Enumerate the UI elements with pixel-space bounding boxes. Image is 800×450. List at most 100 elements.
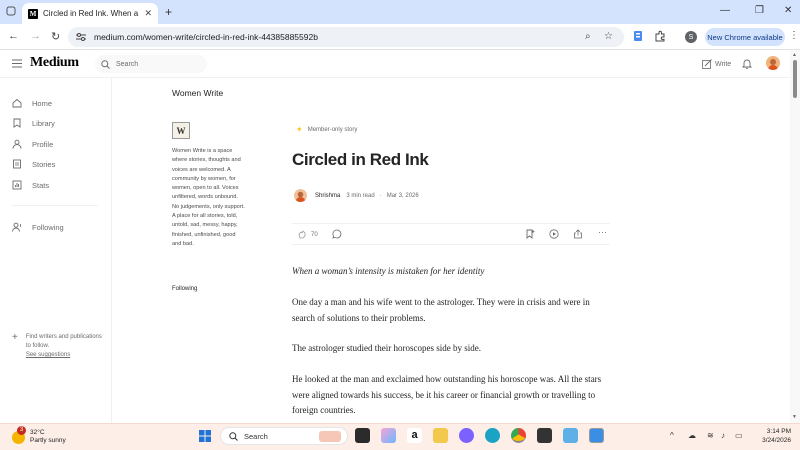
new-tab-icon[interactable]: + bbox=[165, 5, 172, 19]
article-subtitle: When a woman’s intensity is mistaken for… bbox=[292, 266, 485, 276]
extension-icon[interactable] bbox=[632, 30, 644, 42]
minimize-icon[interactable]: — bbox=[720, 5, 730, 16]
see-suggestions-link[interactable]: See suggestions bbox=[26, 351, 102, 360]
photos-icon[interactable] bbox=[589, 428, 604, 443]
app-icon[interactable] bbox=[459, 428, 474, 443]
stories-icon bbox=[13, 159, 21, 169]
sidebar-item-following[interactable]: Following bbox=[12, 222, 64, 232]
read-time: 3 min read bbox=[346, 192, 375, 199]
publication-following-button[interactable]: Following bbox=[172, 286, 197, 292]
onedrive-icon[interactable]: ☁ bbox=[688, 431, 696, 440]
search-icon bbox=[101, 59, 110, 69]
bookmark-star-icon[interactable]: ☆ bbox=[604, 31, 613, 42]
browser-profile-avatar[interactable]: S bbox=[685, 31, 697, 43]
windows-start-icon[interactable] bbox=[199, 430, 211, 442]
site-info-icon[interactable] bbox=[76, 33, 86, 41]
tab-close-icon[interactable]: ✕ bbox=[144, 8, 152, 19]
menu-icon[interactable] bbox=[12, 59, 22, 68]
browser-tab[interactable]: M Circled in Red Ink. When a wom ✕ bbox=[22, 3, 158, 24]
taskbar-search[interactable]: Search bbox=[220, 427, 348, 445]
sidebar-item-home[interactable]: Home bbox=[12, 98, 52, 108]
task-view-icon[interactable] bbox=[355, 428, 370, 443]
user-avatar[interactable] bbox=[766, 56, 780, 70]
sidebar-item-stories[interactable]: Stories bbox=[12, 159, 55, 169]
find-writers-prompt: + Find writers and publications to follo… bbox=[12, 333, 102, 360]
weather-description: Partly sunny bbox=[30, 437, 66, 444]
clap-button[interactable]: 70 bbox=[298, 230, 318, 239]
stats-icon bbox=[12, 180, 22, 190]
taskbar-clock[interactable]: 3:14 PM 3/24/2026 bbox=[757, 427, 791, 445]
sidebar-item-library[interactable]: Library bbox=[12, 118, 55, 128]
extensions-puzzle-icon[interactable] bbox=[654, 30, 666, 42]
edge-icon[interactable] bbox=[485, 428, 500, 443]
chrome-icon[interactable] bbox=[511, 428, 526, 443]
volume-icon[interactable]: ♪ bbox=[721, 431, 725, 440]
wifi-icon[interactable]: ≋ bbox=[707, 431, 714, 440]
clap-icon bbox=[298, 230, 306, 239]
address-bar[interactable]: medium.com/women-write/circled-in-red-in… bbox=[68, 27, 624, 47]
library-icon bbox=[13, 118, 21, 128]
clock-time: 3:14 PM bbox=[766, 428, 791, 435]
scroll-up-icon[interactable]: ▲ bbox=[792, 52, 797, 58]
comment-icon[interactable] bbox=[332, 229, 342, 239]
scroll-down-icon[interactable]: ▼ bbox=[792, 414, 797, 420]
home-icon bbox=[12, 98, 22, 108]
weather-widget[interactable]: 3 32°C Partly sunny bbox=[12, 425, 66, 445]
file-explorer-icon[interactable] bbox=[433, 428, 448, 443]
write-button[interactable]: Write bbox=[702, 59, 731, 69]
search-highlight-image bbox=[319, 431, 341, 442]
search-input[interactable]: Search bbox=[95, 55, 207, 73]
left-sidebar: Home Library Profile Stories Stats Follo… bbox=[0, 78, 112, 423]
forward-icon[interactable]: → bbox=[30, 30, 41, 42]
url-text: medium.com/women-write/circled-in-red-in… bbox=[94, 32, 318, 42]
page-scrollbar[interactable] bbox=[790, 50, 800, 423]
sidebar-item-label: Following bbox=[32, 222, 64, 232]
notifications-bell-icon[interactable] bbox=[742, 58, 752, 69]
publication-name[interactable]: Women Write bbox=[172, 88, 223, 98]
article-action-bar: 70 ··· bbox=[292, 223, 610, 245]
author-name[interactable]: Shrishma bbox=[315, 193, 340, 199]
window-close-icon[interactable]: ✕ bbox=[784, 5, 792, 16]
article-title: Circled in Red Ink bbox=[292, 150, 429, 169]
write-label: Write bbox=[715, 60, 732, 68]
medium-logo[interactable]: Medium bbox=[30, 55, 79, 71]
share-icon[interactable] bbox=[573, 229, 583, 239]
app-icon[interactable] bbox=[537, 428, 552, 443]
battery-icon[interactable]: ▭ bbox=[735, 431, 743, 440]
clock-date: 3/24/2026 bbox=[762, 437, 791, 444]
sidebar-divider bbox=[12, 205, 98, 206]
following-icon bbox=[12, 222, 21, 232]
browser-menu-icon[interactable]: ⋮ bbox=[789, 30, 799, 41]
new-chrome-available-button[interactable]: New Chrome available bbox=[705, 28, 785, 46]
windows-taskbar: 3 32°C Partly sunny bbox=[0, 423, 800, 450]
tab-search-icon[interactable] bbox=[6, 6, 16, 16]
browser-toolbar: ← → ↻ medium.com/women-write/circled-in-… bbox=[0, 24, 800, 50]
article-paragraph: He looked at the man and exclaimed how o… bbox=[292, 374, 602, 415]
scrollbar-thumb[interactable] bbox=[793, 60, 797, 98]
amazon-icon[interactable]: a bbox=[407, 428, 422, 443]
reload-icon[interactable]: ↻ bbox=[51, 30, 60, 43]
sidebar-item-label: Library bbox=[32, 118, 55, 128]
publish-date: Mar 3, 2026 bbox=[386, 192, 419, 199]
star-icon: ✦ bbox=[296, 125, 303, 134]
restore-icon[interactable]: ❐ bbox=[755, 5, 764, 16]
back-icon[interactable]: ← bbox=[8, 30, 19, 42]
copilot-icon[interactable] bbox=[381, 428, 396, 443]
author-avatar[interactable] bbox=[294, 189, 307, 202]
bookmark-add-icon[interactable] bbox=[525, 229, 535, 239]
sidebar-item-profile[interactable]: Profile bbox=[12, 139, 53, 149]
plus-icon: + bbox=[12, 332, 18, 343]
sun-icon: 3 bbox=[12, 425, 26, 444]
sidebar-item-stats[interactable]: Stats bbox=[12, 180, 49, 190]
more-options-icon[interactable]: ··· bbox=[598, 227, 607, 237]
listen-play-icon[interactable] bbox=[549, 229, 559, 239]
notification-badge: 3 bbox=[17, 425, 26, 435]
sidebar-item-label: Profile bbox=[32, 139, 54, 149]
app-icon[interactable] bbox=[563, 428, 578, 443]
taskbar-search-label: Search bbox=[244, 431, 268, 441]
article-paragraph: One day a man and his wife went to the a… bbox=[292, 297, 590, 323]
zoom-icon[interactable]: ⌕ bbox=[585, 31, 591, 42]
publication-logo[interactable]: W bbox=[172, 122, 190, 139]
tray-chevron-icon[interactable]: ^ bbox=[670, 431, 674, 440]
sidebar-item-label: Stats bbox=[32, 180, 50, 190]
